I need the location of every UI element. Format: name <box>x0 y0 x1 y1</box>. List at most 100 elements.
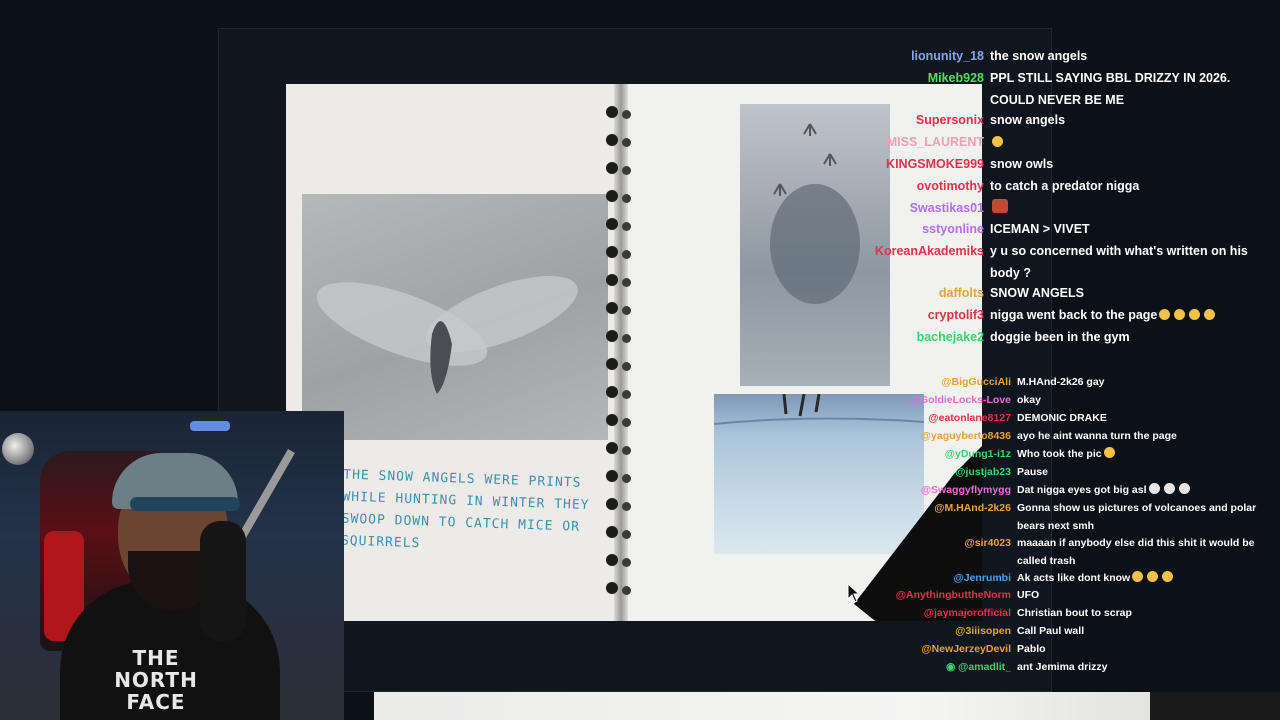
chat-mention-username[interactable]: @GoldieLocks-Love <box>860 392 1017 410</box>
chat-text-body: M.HAnd-2k26 gay <box>1017 376 1105 388</box>
chat-text: ICEMAN > VIVET <box>990 219 1260 241</box>
chat-reply-message: @3iiisopen Call Paul wall <box>860 623 1265 641</box>
chat-username[interactable]: Supersonix <box>860 110 990 132</box>
chat-text: DEMONIC DRAKE <box>1017 410 1265 428</box>
chat-username-text: @NewJerzeyDevil <box>921 643 1011 655</box>
chat-text-body: SNOW ANGELS <box>990 286 1084 300</box>
chat-username-text: @amadlit_ <box>958 661 1011 673</box>
rofl-emoji-icon <box>1103 447 1115 458</box>
chat-text-body: ICEMAN > VIVET <box>990 222 1090 236</box>
chat-text-body: Pause <box>1017 466 1048 478</box>
chat-message: cryptolif3 nigga went back to the page <box>860 305 1260 327</box>
chat-mention-username[interactable]: @justjab23 <box>860 464 1017 482</box>
chat-reply-message: @Swaggyflymygg Dat nigga eyes got big asl <box>860 482 1265 500</box>
chat-text: doggie been in the gym <box>990 327 1260 349</box>
chat-username-text: @justjab23 <box>955 466 1011 478</box>
chat-text: Gonna show us pictures of volcanoes and … <box>1017 500 1265 535</box>
chat-mention-username[interactable]: @NewJerzeyDevil <box>860 641 1017 659</box>
skull-emoji-icon <box>1178 483 1190 494</box>
chat-text: okay <box>1017 392 1265 410</box>
chat-mention-username[interactable]: @jaymajorofficial <box>860 605 1017 623</box>
chat-mention-username[interactable]: @BigGucciAli <box>860 374 1017 392</box>
chat-username[interactable]: KINGSMOKE999 <box>860 154 990 176</box>
chat-mention-username[interactable]: ◉ @amadlit_ <box>860 659 1017 677</box>
chat-text-body: okay <box>1017 394 1041 406</box>
chat-mention-username[interactable]: @AnythingbuttheNorm <box>860 587 1017 605</box>
chat-reply-message: @yaguyberto8436 ayo he aint wanna turn th… <box>860 428 1265 446</box>
chat-text-body: to catch a predator nigga <box>990 179 1140 193</box>
laugh-emoji-icon <box>992 136 1003 147</box>
chat-text: nigga went back to the page <box>990 305 1260 327</box>
chat-message: daffolts SNOW ANGELS <box>860 283 1260 305</box>
chat-reply-message: @yDung1-i1z Who took the pic <box>860 446 1265 464</box>
laugh-emoji-icon <box>1147 571 1159 582</box>
chat-message: MISS_LAURENT <box>860 132 1260 154</box>
chat-username-text: @GoldieLocks-Love <box>909 394 1011 406</box>
webcam-overlay: THE NORTH FACE <box>0 411 344 720</box>
skull-emoji-icon <box>1148 483 1160 494</box>
chat-mention-username[interactable]: @sir4023 <box>860 535 1017 570</box>
chat-text: Pause <box>1017 464 1265 482</box>
chat-username[interactable]: Swastikas01 <box>860 198 990 220</box>
chat-text: Who took the pic <box>1017 446 1265 464</box>
chat-username-text: @yaguyberto8436 <box>920 430 1011 442</box>
shirt-text: THE NORTH FACE <box>114 646 198 714</box>
chat-text: Ak acts like dont know <box>1017 570 1265 588</box>
chat-username-text: @jaymajorofficial <box>923 607 1011 619</box>
chat-reply-message: @sir4023 maaaan if anybody else did this … <box>860 535 1265 570</box>
chat-username-text: @BigGucciAli <box>941 376 1011 388</box>
chat-username[interactable]: KoreanAkademiks <box>860 241 990 284</box>
chat-mention-username[interactable]: @yaguyberto8436 <box>860 428 1017 446</box>
chat-username[interactable]: MISS_LAURENT <box>860 132 990 154</box>
chat-text-body: DEMONIC DRAKE <box>1017 412 1107 424</box>
chat-text: UFO <box>1017 587 1265 605</box>
snow-angel-wings-photo <box>302 194 608 440</box>
chat-mention-username[interactable]: @eatonlane8127 <box>860 410 1017 428</box>
chat-mention-username[interactable]: @Jenrumbi <box>860 570 1017 588</box>
chat-text <box>990 132 1260 154</box>
chat-text-body: nigga went back to the page <box>990 308 1158 322</box>
chat-text: ant Jemima drizzy <box>1017 659 1265 677</box>
chat-username[interactable]: Mikeb928 <box>860 68 990 111</box>
chat-username[interactable]: lionunity_18 <box>860 46 990 68</box>
chat-text-body: doggie been in the gym <box>990 330 1130 344</box>
chat-text-body: Ak acts like dont know <box>1017 572 1131 584</box>
chat-text-body: Pablo <box>1017 643 1046 655</box>
chat-message: Swastikas01 <box>860 198 1260 220</box>
chat-message: Supersonix snow angels <box>860 110 1260 132</box>
chat-username[interactable]: cryptolif3 <box>860 305 990 327</box>
chat-mention-username[interactable]: @Swaggyflymygg <box>860 482 1017 500</box>
chat-username[interactable]: daffolts <box>860 283 990 305</box>
laugh-emoji-icon <box>1189 309 1201 320</box>
chat-mention-username[interactable]: @yDung1-i1z <box>860 446 1017 464</box>
chat-username[interactable]: ovotimothy <box>860 176 990 198</box>
chat-username[interactable]: bachejake2 <box>860 327 990 349</box>
chat-text-body: Who took the pic <box>1017 448 1102 460</box>
binder-holes <box>598 106 631 606</box>
chat-text: snow owls <box>990 154 1260 176</box>
chat-username-text: @Jenrumbi <box>953 572 1012 584</box>
chat-username-text: @AnythingbuttheNorm <box>895 589 1011 601</box>
chat-username[interactable]: sstyonline <box>860 219 990 241</box>
chat-text-body: Christian bout to scrap <box>1017 607 1132 619</box>
chat-text: maaaan if anybody else did this shit it … <box>1017 535 1265 570</box>
chat-mention-username[interactable]: @3iiisopen <box>860 623 1017 641</box>
chat-reply-message: @AnythingbuttheNorm UFO <box>860 587 1265 605</box>
chat-text <box>990 198 1260 220</box>
chat-message: sstyonline ICEMAN > VIVET <box>860 219 1260 241</box>
chat-text-body: snow angels <box>990 113 1066 127</box>
chat-text: M.HAnd-2k26 gay <box>1017 374 1265 392</box>
mouse-cursor-icon <box>847 583 861 603</box>
chat-text-body: ayo he aint wanna turn the page <box>1017 430 1177 442</box>
chat-message: lionunity_18 the snow angels <box>860 46 1260 68</box>
chat-mention-username[interactable]: @M.HAnd-2k26 <box>860 500 1017 535</box>
chat-text-body: PPL STILL SAYING BBL DRIZZY IN 2026. COU… <box>990 71 1231 107</box>
chat-text: Dat nigga eyes got big asl <box>1017 482 1265 500</box>
chat-username-text: @Swaggyflymygg <box>920 484 1011 496</box>
laugh-emoji-icon <box>1204 309 1216 320</box>
microphone-icon <box>200 521 246 641</box>
chat-text: Call Paul wall <box>1017 623 1265 641</box>
disco-ball-icon <box>2 433 34 465</box>
chat-text-body: the snow angels <box>990 49 1088 63</box>
chat-reply-message: @Jenrumbi Ak acts like dont know <box>860 570 1265 588</box>
